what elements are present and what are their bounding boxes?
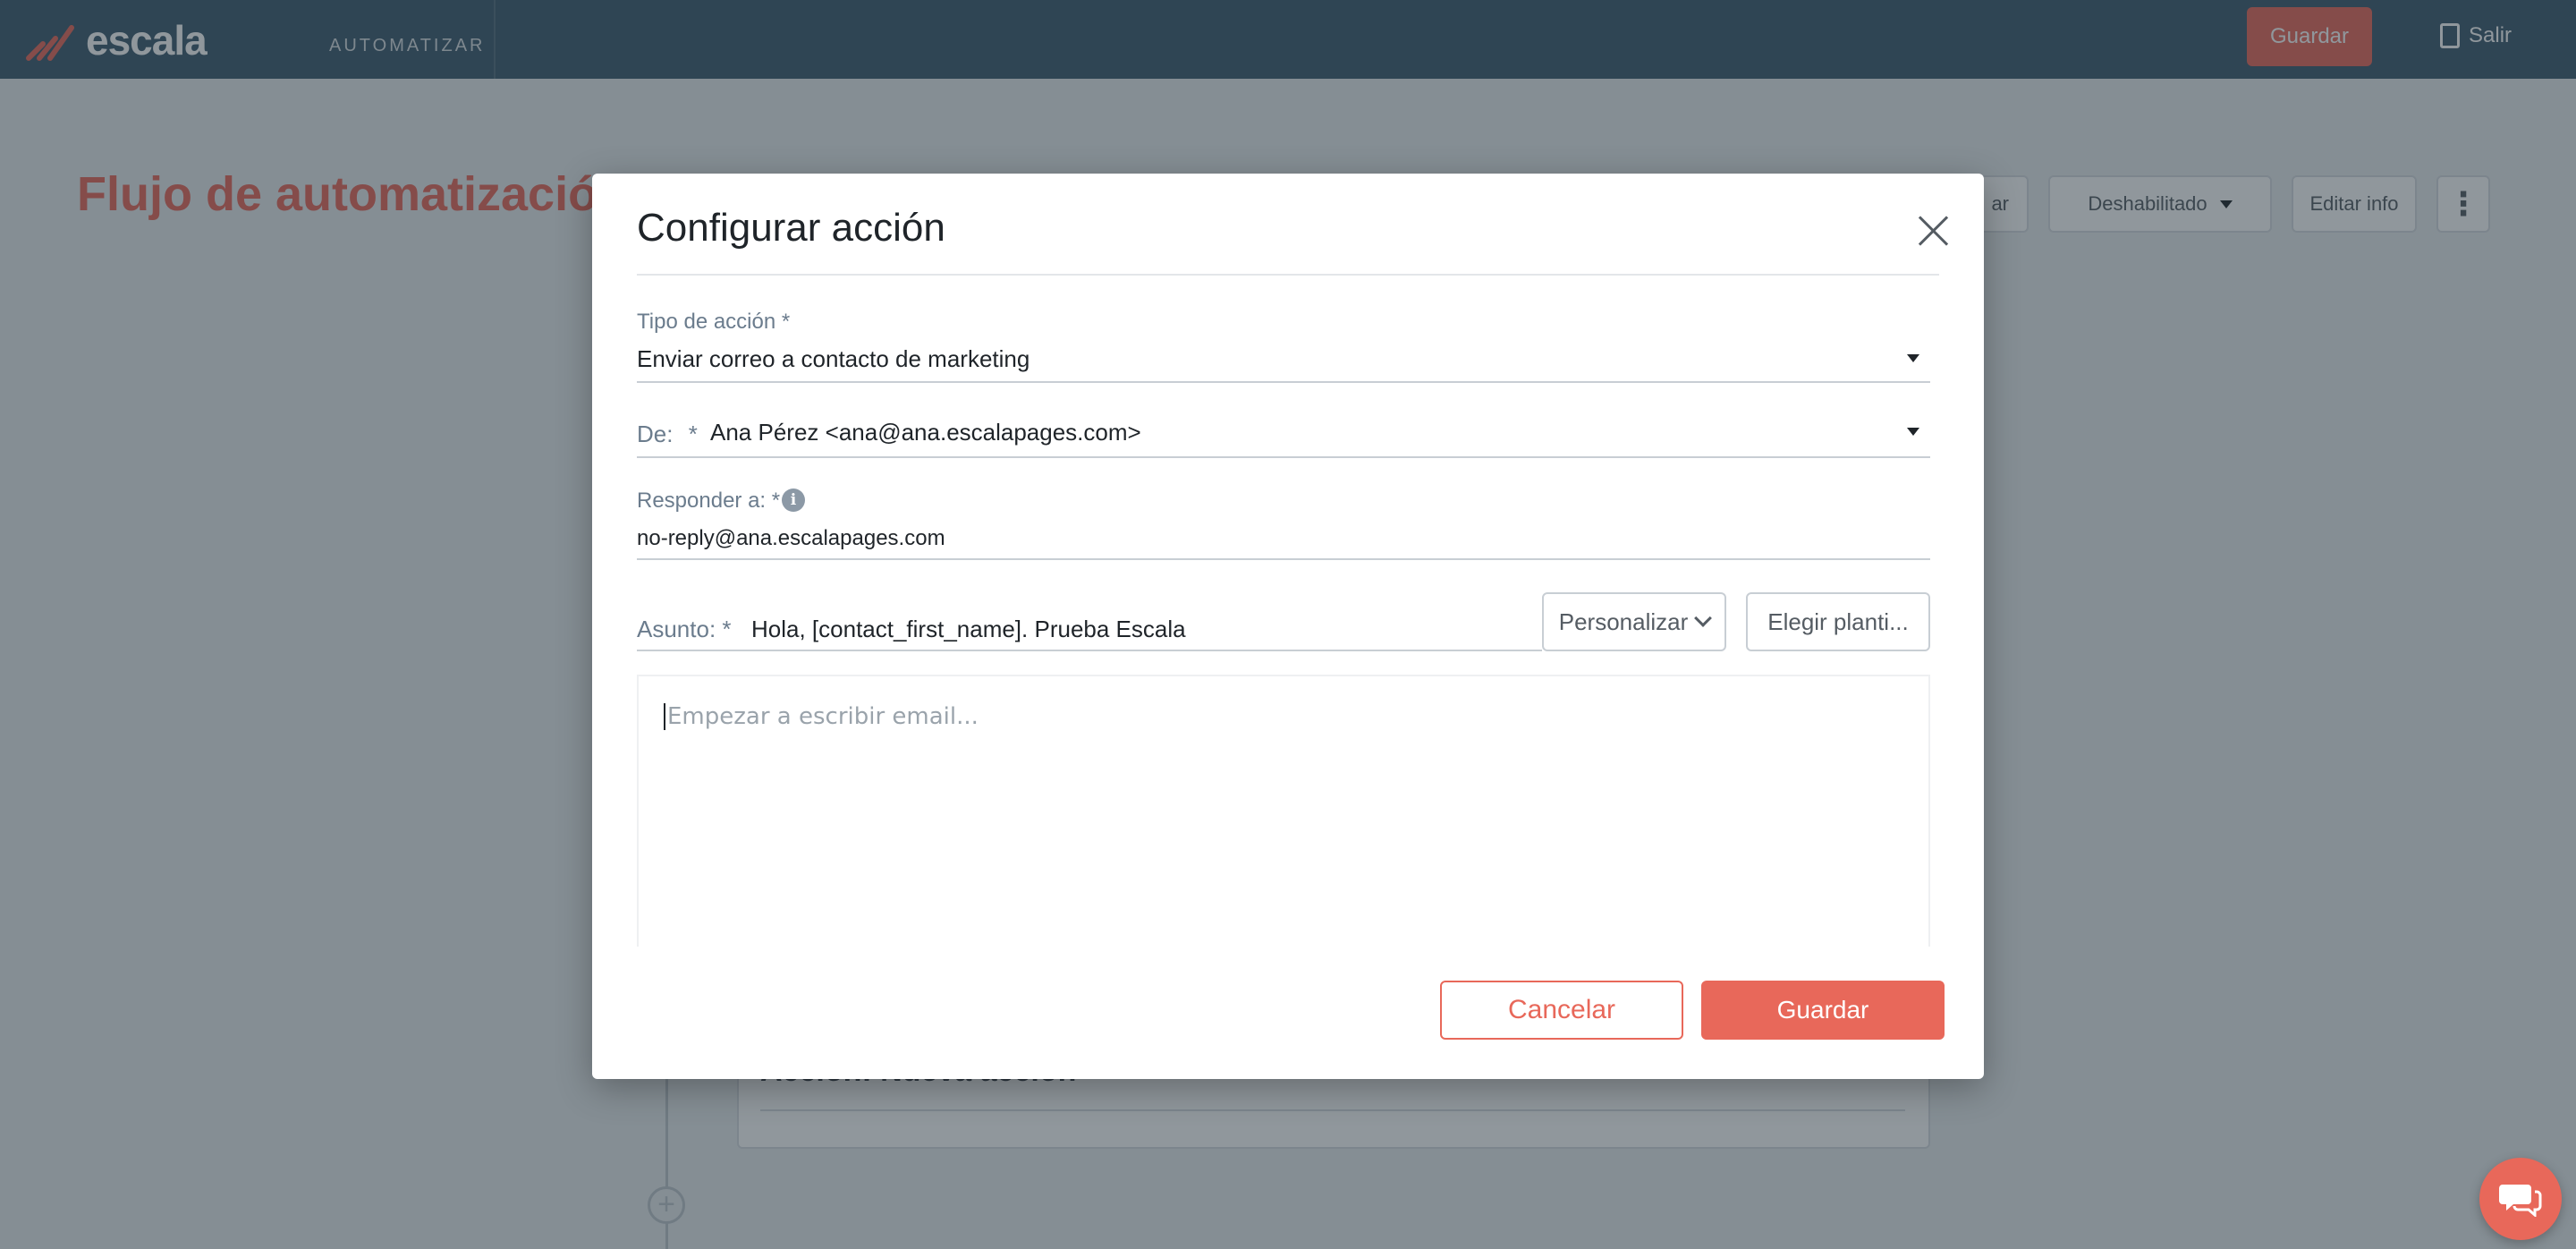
subject-underline — [637, 650, 1542, 651]
modal-divider — [637, 274, 1939, 276]
chevron-down-icon — [1694, 609, 1713, 627]
from-underline — [637, 456, 1930, 458]
choose-template-label: Elegir planti... — [1767, 608, 1909, 635]
configure-action-modal: Configurar acción Tipo de acción * Envia… — [592, 174, 1984, 1079]
chat-icon — [2499, 1185, 2542, 1217]
subject-label: Asunto: * — [637, 616, 732, 642]
subject-input[interactable]: Hola, [contact_first_name]. Prueba Escal… — [751, 616, 1186, 643]
from-label-text: De: — [637, 421, 674, 447]
action-type-underline — [637, 381, 1930, 383]
close-icon[interactable] — [1918, 215, 1950, 247]
personalize-dropdown-button[interactable]: Personalizar — [1542, 592, 1726, 651]
action-type-chevron-down-icon[interactable] — [1907, 354, 1919, 362]
from-select[interactable]: Ana Pérez <ana@ana.escalapages.com> — [710, 419, 1141, 446]
chat-widget-button[interactable] — [2479, 1158, 2562, 1240]
email-body-editor[interactable]: Empezar a escribir email... — [637, 675, 1930, 947]
modal-title: Configurar acción — [637, 206, 945, 250]
info-icon[interactable]: i — [782, 489, 805, 512]
editor-placeholder: Empezar a escribir email... — [664, 703, 979, 730]
from-label: De: * — [637, 421, 698, 448]
choose-template-button[interactable]: Elegir planti... — [1746, 592, 1930, 651]
from-required-mark: * — [688, 421, 698, 447]
action-type-select[interactable]: Enviar correo a contacto de marketing — [637, 345, 1030, 373]
save-button[interactable]: Guardar — [1701, 981, 1945, 1040]
reply-to-input[interactable]: no-reply@ana.escalapages.com — [637, 526, 945, 551]
reply-to-label: Responder a: * — [637, 489, 781, 513]
from-chevron-down-icon[interactable] — [1907, 428, 1919, 436]
personalize-label: Personalizar — [1558, 608, 1689, 635]
action-type-label: Tipo de acción * — [637, 310, 791, 334]
reply-to-underline — [637, 558, 1930, 560]
cancel-button[interactable]: Cancelar — [1440, 981, 1683, 1040]
